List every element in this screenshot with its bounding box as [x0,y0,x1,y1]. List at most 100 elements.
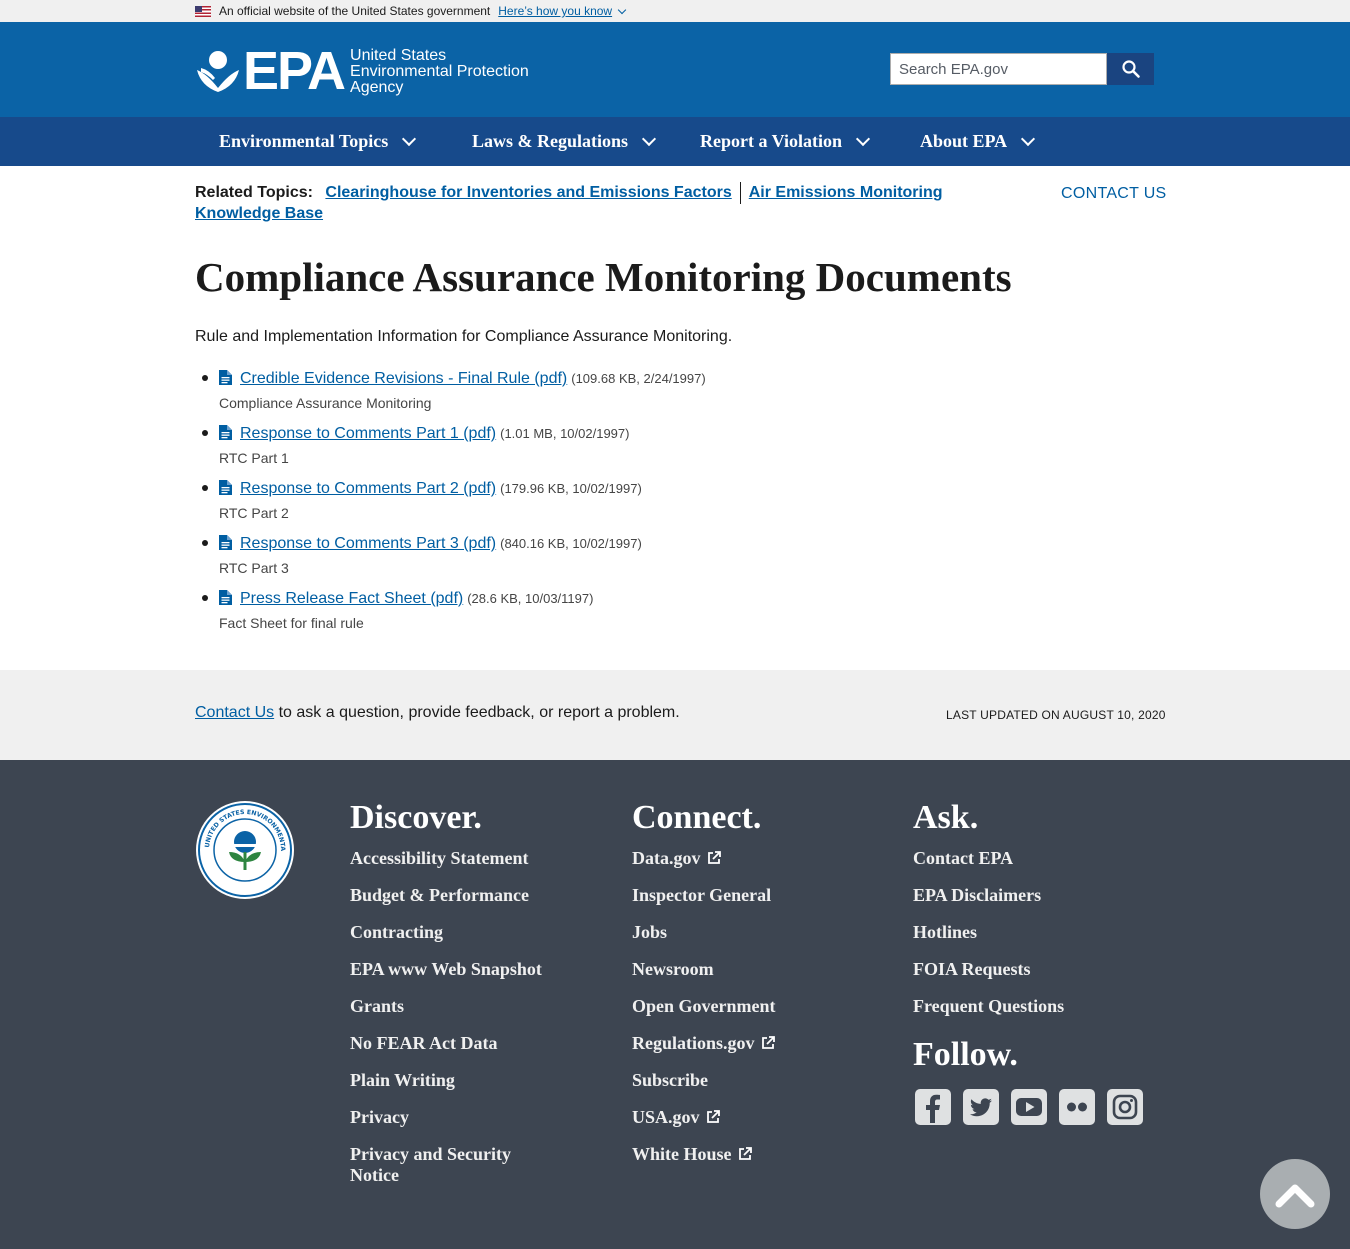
chevron-down-icon [402,131,417,147]
footer-link[interactable]: FOIA Requests [913,959,1143,980]
document-description: Fact Sheet for final rule [219,615,364,631]
search-button[interactable] [1107,53,1154,85]
document-link[interactable]: Press Release Fact Sheet (pdf) [240,590,463,608]
footer-link-label: USA.gov [632,1107,700,1127]
search-icon [1121,60,1140,78]
footer-link[interactable]: Contracting [350,922,580,943]
document-link[interactable]: Response to Comments Part 3 (pdf) [240,535,496,553]
footer-link-usa-gov[interactable]: USA.gov [632,1107,862,1128]
gov-banner: An official website of the United States… [0,0,1350,22]
flickr-icon[interactable] [1057,1087,1097,1127]
related-link-clearinghouse[interactable]: Clearinghouse for Inventories and Emissi… [325,184,731,201]
site-header: EPA United States Environmental Protecti… [0,22,1350,117]
epa-logo[interactable]: EPA United States Environmental Protecti… [195,41,529,101]
footer-link[interactable]: Jobs [632,922,862,943]
nav-label: Laws & Regulations [472,131,629,151]
footer-link[interactable]: Inspector General [632,885,862,906]
footer-link[interactable]: Budget & Performance [350,885,580,906]
document-description: RTC Part 3 [219,560,289,576]
document-meta: (1.01 MB, 10/02/1997) [500,426,630,441]
document-icon [219,425,232,440]
footer-link-label: Regulations.gov [632,1033,755,1053]
footer-link[interactable]: Open Government [632,996,862,1017]
footer-connect: Connect. Data.gov Inspector General Jobs… [632,800,862,1181]
external-link-icon [738,1147,752,1160]
list-item: Response to Comments Part 1 (pdf) (1.01 … [195,423,706,478]
agency-line-2: Environmental Protection [350,63,529,80]
footer-link[interactable]: Accessibility Statement [350,848,580,869]
chevron-up-icon [1275,1184,1315,1208]
footer-ask: Ask. Contact EPA EPA Disclaimers Hotline… [913,800,1145,1127]
nav-about-epa[interactable]: About EPA [920,131,1036,152]
back-to-top-button[interactable] [1260,1159,1330,1229]
youtube-icon[interactable] [1009,1087,1049,1127]
footer-link-regulations-gov[interactable]: Regulations.gov [632,1033,862,1054]
chevron-down-icon [641,131,657,147]
document-link[interactable]: Credible Evidence Revisions - Final Rule… [240,370,567,388]
document-link[interactable]: Response to Comments Part 1 (pdf) [240,425,496,443]
footer-link[interactable]: Frequent Questions [913,996,1143,1017]
document-icon [219,370,232,385]
heres-how-you-know-label: Here’s how you know [498,4,613,18]
contact-us-link[interactable]: CONTACT US [1061,185,1167,203]
footer-link-data-gov[interactable]: Data.gov [632,848,862,869]
nav-environmental-topics[interactable]: Environmental Topics [219,131,417,152]
document-icon [219,480,232,495]
footer-link-label: Jobs [632,922,668,942]
footer-link[interactable]: No FEAR Act Data [350,1033,580,1054]
footer-ask-heading: Ask. [913,799,979,836]
feedback-bar: Contact Us to ask a question, provide fe… [0,670,1350,760]
external-link-icon [707,851,721,864]
footer-link[interactable]: Plain Writing [350,1070,580,1091]
agency-name: United States Environmental Protection A… [350,48,529,96]
epa-seal-icon: UNITED STATES ENVIRONMENTAL PROTECTION A… [192,795,295,905]
social-links [913,1087,1145,1127]
document-icon [219,535,232,550]
chevron-down-icon [1021,131,1036,147]
document-meta: (840.16 KB, 10/02/1997) [500,536,642,551]
footer-link[interactable]: Newsroom [632,959,862,980]
related-topics: Related Topics: Clearinghouse for Invent… [195,182,955,224]
footer-link[interactable]: EPA Disclaimers [913,885,1143,906]
document-meta: (28.6 KB, 10/03/1197) [467,591,594,606]
footer-link-label: Data.gov [632,848,701,868]
footer-link[interactable]: EPA www Web Snapshot [350,959,580,980]
intro-text: Rule and Implementation Information for … [195,328,733,345]
nav-label: Report a Violation [700,131,842,151]
footer-link[interactable]: Subscribe [632,1070,862,1091]
instagram-icon[interactable] [1105,1087,1145,1127]
document-description: Compliance Assurance Monitoring [219,395,432,411]
heres-how-you-know-link[interactable]: Here’s how you know [498,4,627,18]
footer-link[interactable]: Privacy [350,1107,580,1128]
gov-banner-text: An official website of the United States… [219,4,491,18]
footer-link-label: White House [632,1144,732,1164]
document-link[interactable]: Response to Comments Part 2 (pdf) [240,480,496,498]
nav-laws-regulations[interactable]: Laws & Regulations [472,131,657,152]
main-nav: Environmental Topics Laws & Regulations … [0,117,1350,166]
agency-line-3: Agency [350,79,404,96]
footer-link[interactable]: Privacy and Security Notice [350,1144,550,1186]
nav-label: Environmental Topics [219,131,389,151]
list-item: Press Release Fact Sheet (pdf) (28.6 KB,… [195,588,706,643]
document-meta: (109.68 KB, 2/24/1997) [571,371,706,386]
feedback-contact-link[interactable]: Contact Us [195,704,274,721]
external-link-icon [706,1110,720,1123]
document-description: RTC Part 1 [219,450,289,466]
footer-connect-heading: Connect. [632,799,762,836]
footer-link[interactable]: Grants [350,996,580,1017]
footer-link[interactable]: Contact EPA [913,848,1143,869]
footer-discover-heading: Discover. [350,799,482,836]
document-list: Credible Evidence Revisions - Final Rule… [195,368,706,643]
facebook-icon[interactable] [913,1087,953,1127]
document-meta: (179.96 KB, 10/02/1997) [500,481,642,496]
footer-link-label: Subscribe [632,1070,709,1090]
footer-link-label: Open Government [632,996,776,1016]
footer-link-white-house[interactable]: White House [632,1144,862,1165]
related-topics-label: Related Topics: [195,184,313,202]
chevron-down-icon [617,5,627,14]
logo-text: EPA [243,41,346,101]
twitter-icon[interactable] [961,1087,1001,1127]
search-input[interactable] [890,53,1107,85]
nav-report-violation[interactable]: Report a Violation [700,131,871,152]
footer-link[interactable]: Hotlines [913,922,1143,943]
